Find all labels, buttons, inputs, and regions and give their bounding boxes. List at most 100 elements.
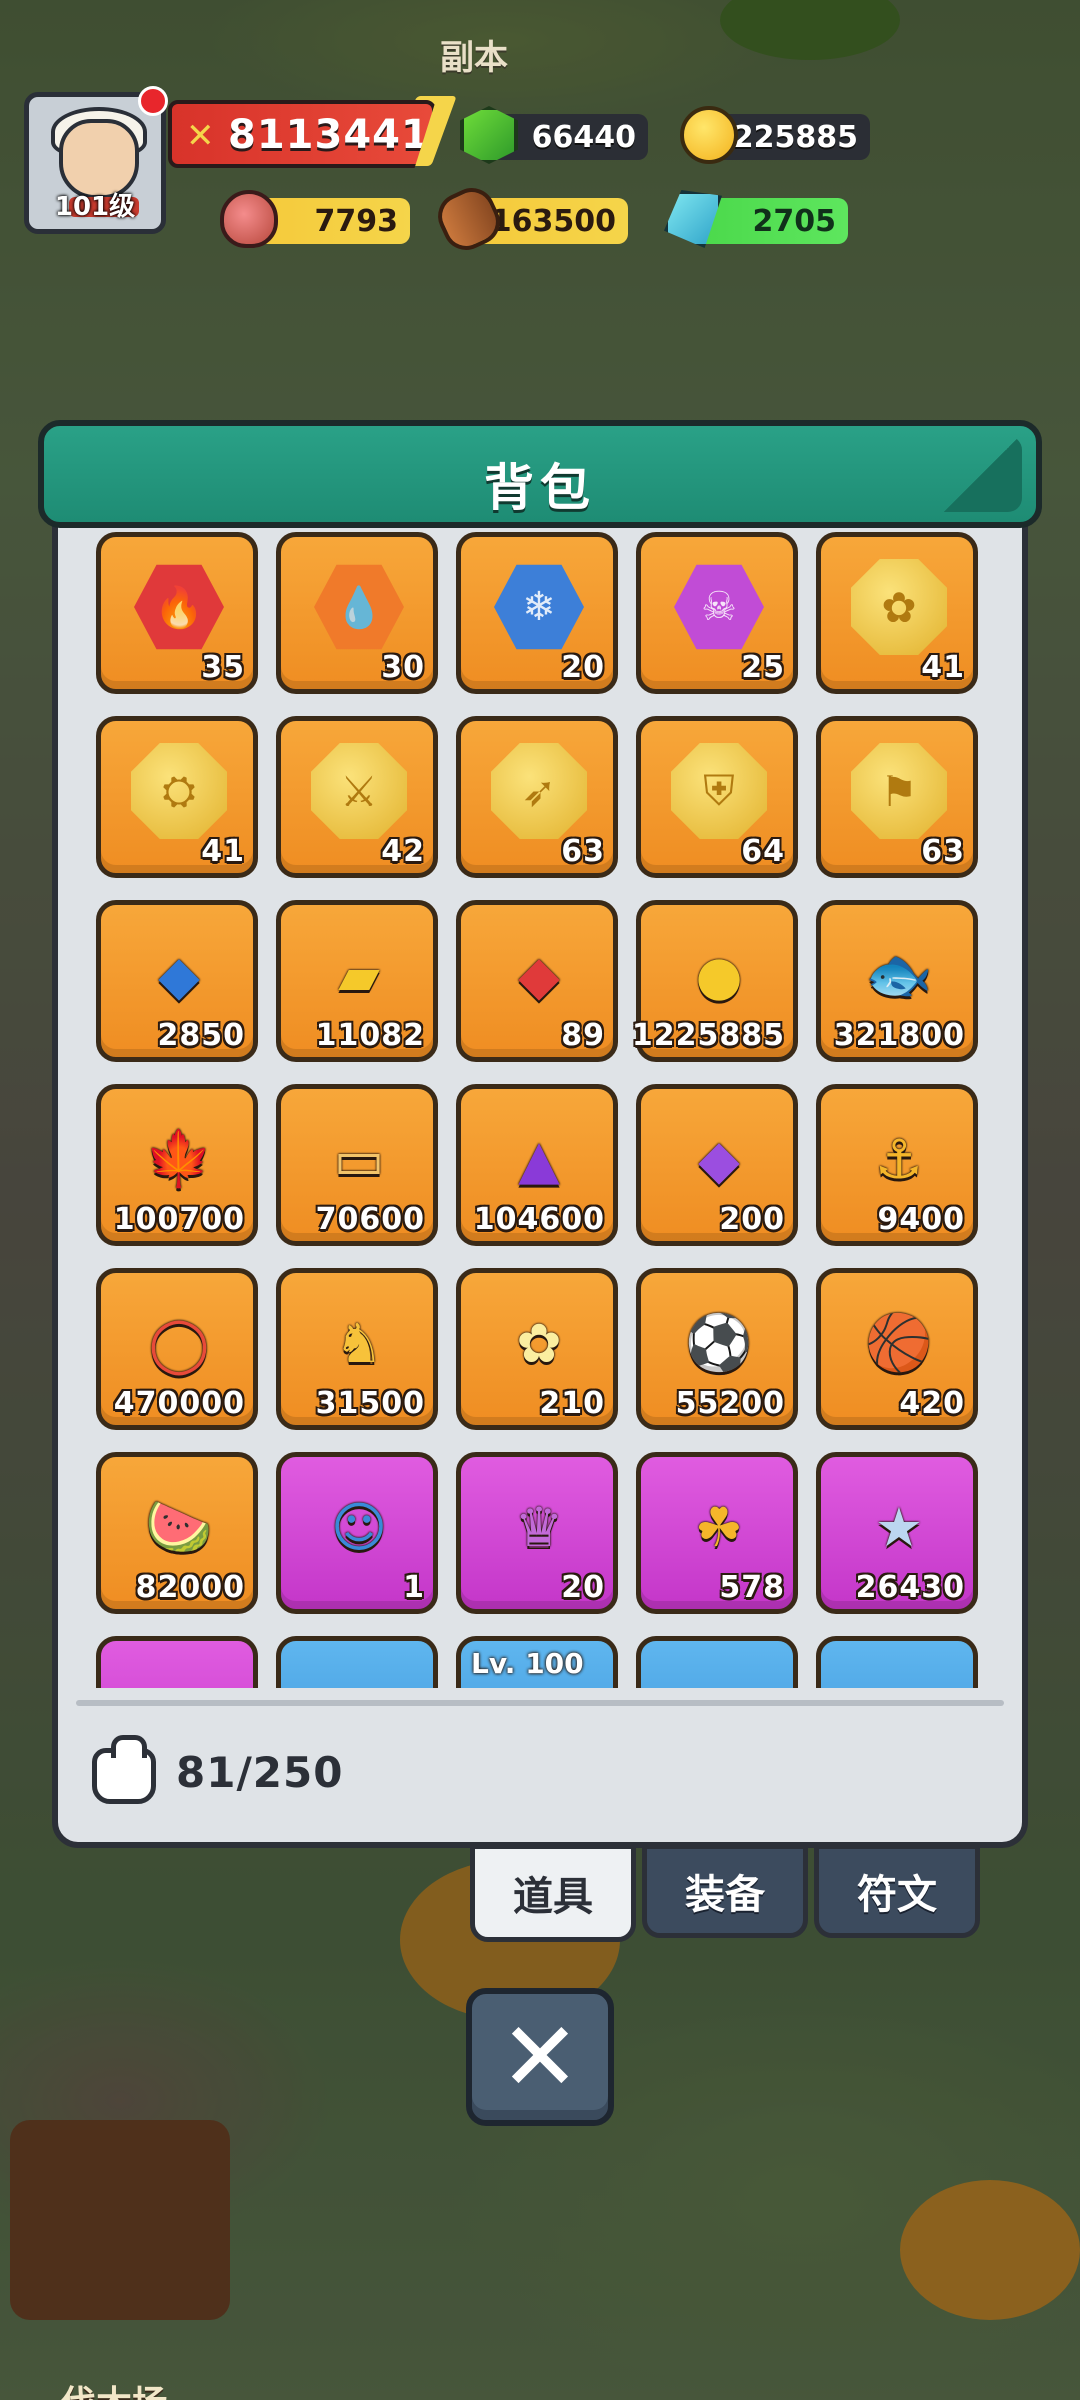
player-level: 101级 — [54, 192, 136, 222]
item-count: 31500 — [315, 1386, 425, 1421]
item-slot[interactable]: ☘ — [816, 1636, 978, 1688]
item-count: 26430 — [855, 1570, 965, 1605]
item-slot[interactable]: ▭ — [276, 1636, 438, 1688]
item-count: 420 — [899, 1386, 965, 1421]
item-slot[interactable]: ★ 26430 — [816, 1452, 978, 1614]
item-slot[interactable]: 🏀 420 — [816, 1268, 978, 1430]
gold-count: 225885 — [732, 120, 858, 155]
rocking-horse-icon: ♞ — [334, 1311, 384, 1375]
crossed-swords-icon: ✕ — [186, 116, 215, 156]
blue-gem-icon: ◆ — [158, 943, 200, 1007]
item-count: 63 — [921, 834, 965, 869]
item-count: 321800 — [833, 1018, 965, 1053]
item-count: 1 — [403, 1570, 425, 1605]
yellow-flower-icon: ✿ — [516, 1311, 562, 1375]
gem-count: 66440 — [531, 120, 636, 155]
watermelon-icon: 🍉 — [145, 1495, 213, 1558]
lumber-yard-label[interactable]: 伐木场 — [60, 2375, 168, 2400]
wood-scroll-icon: ▭ — [333, 1127, 385, 1191]
item-slot[interactable]: ⚓ 9400 — [816, 1084, 978, 1246]
item-count: 63 — [561, 834, 605, 869]
item-slot[interactable]: ♛ 20 — [456, 1452, 618, 1614]
meat-count: 7793 — [314, 204, 399, 239]
item-count: 89 — [561, 1018, 605, 1053]
item-slot[interactable]: ◯ 470000 — [96, 1268, 258, 1430]
notification-dot — [138, 86, 168, 116]
item-slot[interactable]: 🍁 100700 — [96, 1084, 258, 1246]
item-count: 1225885 — [631, 1018, 785, 1053]
close-button[interactable]: ✕ — [466, 1988, 614, 2126]
item-slot[interactable]: 💧 30 — [276, 532, 438, 694]
life-ring-icon: ◯ — [148, 1311, 210, 1375]
backpack-header: 背包 — [38, 420, 1042, 528]
item-slot[interactable]: 🔥 35 — [96, 532, 258, 694]
maple-leaf-icon: 🍁 — [145, 1127, 213, 1190]
item-slot[interactable]: 🐟 321800 — [816, 900, 978, 1062]
water-drop-rune-icon: 💧 — [309, 557, 409, 657]
item-count: 20 — [561, 650, 605, 685]
item-slot[interactable]: ◆ 2850 — [96, 900, 258, 1062]
item-grid-scroll[interactable]: 🔥 35 💧 30 ❄ 20 ☠ 25 ✿ 41 ⛭ 41 ⚔ 42 ➶ 63 ⛨ 64 ⚑ 63 ◆ 2850 ▰ 1108… — [96, 532, 984, 1688]
item-slot[interactable]: ♞ 31500 — [276, 1268, 438, 1430]
gold-coin-icon — [680, 106, 738, 164]
item-count: 104600 — [473, 1202, 605, 1237]
item-count: 64 — [741, 834, 785, 869]
item-count: 210 — [539, 1386, 605, 1421]
red-crystal-icon: ◆ — [518, 943, 560, 1007]
red-scroll-icon: ▭ — [309, 1661, 409, 1689]
item-count: 55200 — [675, 1386, 785, 1421]
combat-power-bar[interactable]: ✕ 8113441 — [168, 100, 436, 168]
item-slot[interactable]: ✿ 41 — [816, 532, 978, 694]
dungeon-label[interactable]: 副本 — [440, 30, 508, 79]
backpack-title: 背包 — [484, 459, 596, 517]
item-slot[interactable]: ◆ 89 — [456, 900, 618, 1062]
green-clover-icon: ☘ — [849, 1661, 949, 1689]
panel-divider — [76, 1700, 1004, 1706]
skull-rune-icon: ☠ — [669, 557, 769, 657]
item-slot[interactable]: ☺ 1 — [276, 1452, 438, 1614]
soccer-ball-icon: ⚽ — [685, 1311, 753, 1374]
item-slot[interactable]: ➶ 63 — [456, 716, 618, 878]
item-slot[interactable]: ⚑ 63 — [816, 716, 978, 878]
star-badge-icon: ★ — [874, 1495, 924, 1559]
item-count: 470000 — [113, 1386, 245, 1421]
item-slot[interactable]: ⚽ 55200 — [636, 1268, 798, 1430]
item-count: 20 — [561, 1570, 605, 1605]
item-slot[interactable]: ☘ 578 — [636, 1452, 798, 1614]
white-box-icon: ▣ — [129, 1661, 229, 1689]
item-level-tag: Lv. 100 — [471, 1647, 584, 1680]
item-slot[interactable]: ▲ 104600 — [456, 1084, 618, 1246]
item-slot[interactable]: ▰ 11082 — [276, 900, 438, 1062]
item-slot[interactable]: ◆ 200 — [636, 1084, 798, 1246]
item-slot[interactable]: ✿ 210 — [456, 1268, 618, 1430]
item-slot[interactable]: ⛨ 64 — [636, 716, 798, 878]
item-count: 2850 — [157, 1018, 245, 1053]
item-slot[interactable]: ● 1225885 — [632, 900, 798, 1062]
item-count: 30 — [381, 650, 425, 685]
combat-power-value: 8113441 — [228, 112, 430, 158]
item-slot[interactable]: ▭ 70600 — [276, 1084, 438, 1246]
item-slot[interactable]: ⛭ 41 — [96, 716, 258, 878]
item-count: 25 — [741, 650, 785, 685]
ice-rune-icon: ❄ — [489, 557, 589, 657]
item-slot[interactable]: ☠ 25 — [636, 532, 798, 694]
four-leaf-clover-icon: ☘ — [694, 1495, 744, 1559]
tab-equipment[interactable]: 装备 — [642, 1844, 808, 1938]
item-count: 100700 — [113, 1202, 245, 1237]
item-slot[interactable]: ⚔ 42 — [276, 716, 438, 878]
anchor-icon: ⚓ — [874, 1127, 924, 1191]
bow-coin-icon: ➶ — [489, 741, 589, 841]
tab-runes[interactable]: 符文 — [814, 1844, 980, 1938]
tab-items[interactable]: 道具 — [470, 1844, 636, 1942]
item-count: 41 — [201, 834, 245, 869]
item-slot[interactable]: Lv. 100 — [456, 1636, 618, 1688]
item-slot[interactable]: ◆ — [636, 1636, 798, 1688]
item-slot[interactable]: ❄ 20 — [456, 532, 618, 694]
crossbow-coin-icon: ⚑ — [849, 741, 949, 841]
item-slot[interactable]: 🍉 82000 — [96, 1452, 258, 1614]
shield-coin-icon: ⛨ — [669, 741, 769, 841]
item-slot[interactable]: ▣ — [96, 1636, 258, 1688]
bag-capacity: 81/250 — [176, 1748, 344, 1797]
wizard-hat-coin-icon: ⛭ — [129, 741, 229, 841]
bag-icon — [92, 1735, 156, 1804]
